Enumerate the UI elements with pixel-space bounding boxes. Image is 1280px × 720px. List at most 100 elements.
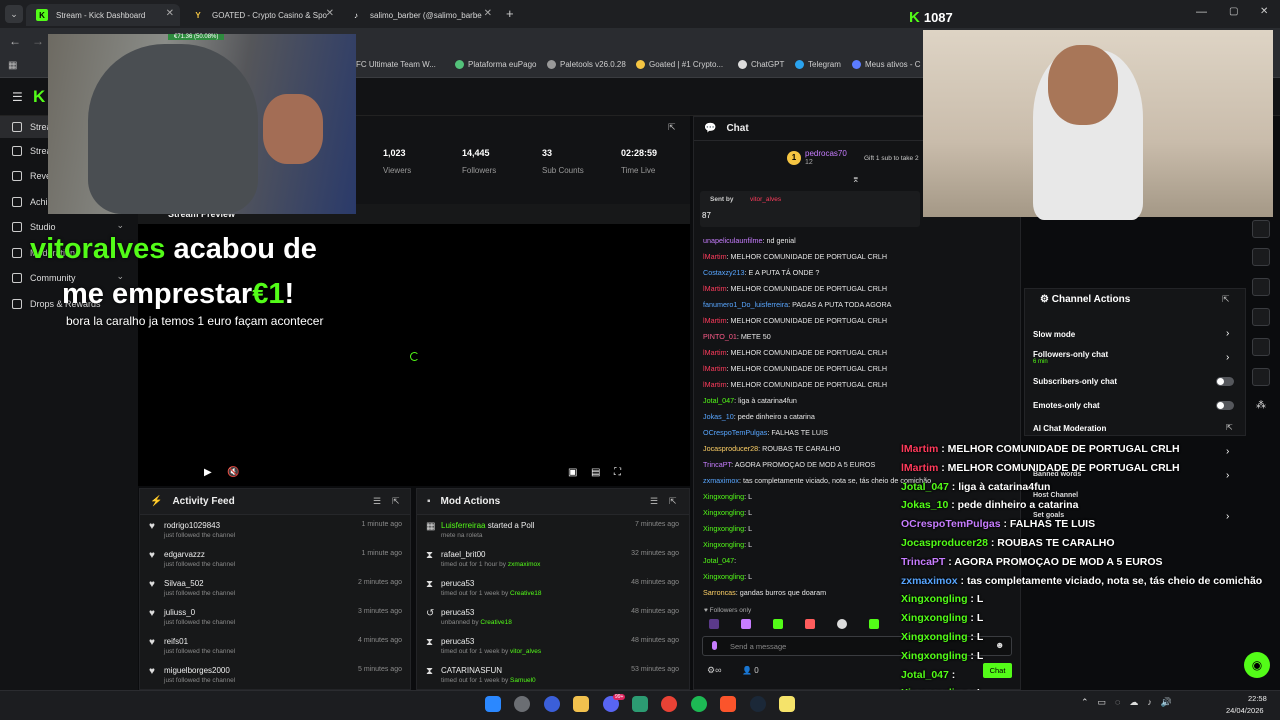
chat-username[interactable]: unapeliculaunfilme [703, 236, 763, 245]
activity-user[interactable]: reifs01 [164, 637, 188, 646]
emote-icon[interactable] [869, 619, 879, 629]
filter-icon[interactable]: ☰ [650, 496, 658, 507]
bookmark-paletools[interactable]: Paletools v26.0.28 [547, 60, 626, 69]
activity-user[interactable]: Silvaa_502 [164, 579, 204, 588]
chevron-right-icon[interactable]: › [1226, 470, 1229, 481]
bookmark-telegram[interactable]: Telegram [795, 60, 841, 69]
close-icon[interactable]: ✕ [484, 8, 492, 19]
notes-icon[interactable] [779, 696, 795, 712]
dock-doc-icon[interactable] [1252, 248, 1270, 266]
theater-mode-icon[interactable]: ▣ [568, 467, 577, 478]
chat-username[interactable]: OCrespoTemPulgas [703, 428, 767, 437]
mod-target-user[interactable]: rafael_brit00 [441, 550, 485, 559]
tab-goated[interactable]: Y GOATED - Crypto Casino & Spo ✕ [182, 4, 340, 26]
mod-target-user[interactable]: peruca53 [441, 608, 474, 617]
mod-target-user[interactable]: peruca53 [441, 637, 474, 646]
activity-row[interactable]: ♥ miguelborges2000 just followed the chann… [140, 660, 410, 689]
mod-by-user[interactable]: Creative18 [510, 590, 541, 597]
chat-username[interactable]: lMartim [703, 364, 727, 373]
tab-kick-dashboard[interactable]: K Stream - Kick Dashboard ✕ [26, 4, 180, 26]
chat-username[interactable]: PINTO_01 [703, 332, 737, 341]
chat-username[interactable]: lMartim [703, 252, 727, 261]
chat-username[interactable]: Xingxongling [703, 492, 744, 501]
bookmark-meus-ativos[interactable]: Meus ativos - C [852, 60, 921, 69]
dock-quick-action-icon[interactable] [1252, 220, 1270, 238]
back-icon[interactable]: ← [9, 34, 21, 48]
host-channel-row[interactable]: Host Channel [1033, 492, 1078, 499]
activity-user[interactable]: miguelborges2000 [164, 666, 230, 675]
chat-username[interactable]: Jokas_10 [703, 412, 734, 421]
mod-target-user[interactable]: Luisferreiraa [441, 521, 485, 530]
new-tab-button[interactable]: + [506, 6, 514, 21]
emote-icon[interactable] [773, 619, 783, 629]
close-icon[interactable]: ✕ [166, 8, 174, 19]
chrome-icon[interactable] [661, 696, 677, 712]
activity-user[interactable]: edgarvazzz [164, 550, 205, 559]
popout-icon[interactable]: ⇱ [668, 122, 676, 133]
popout-icon[interactable]: ⇱ [1222, 294, 1230, 305]
chat-username[interactable]: Xingxongling [703, 572, 744, 581]
file-explorer-icon[interactable] [573, 696, 589, 712]
chat-send-button[interactable]: Chat [983, 663, 1012, 678]
bookmark-eupago[interactable]: Plataforma euPago [455, 60, 537, 69]
mod-by-user[interactable]: zxmaximox [508, 561, 541, 568]
fullscreen-icon[interactable]: ⛶ [614, 467, 621, 478]
emote-icon[interactable] [837, 619, 847, 629]
apps-icon[interactable]: ▦ [8, 60, 17, 71]
activity-user[interactable]: juliuss_0 [164, 608, 195, 617]
ai-moderation-row[interactable]: AI Chat Moderation [1033, 424, 1106, 433]
chat-username[interactable]: zxmaximox [703, 476, 739, 485]
emotes-only-row[interactable]: Emotes-only chat [1033, 401, 1100, 410]
chat-username[interactable]: Costaxzy213 [703, 268, 745, 277]
activity-row[interactable]: ♥ Silvaa_502 just followed the channel 2 mi… [140, 573, 410, 602]
chat-settings-icon[interactable]: ⚙∞ [707, 665, 721, 676]
mod-action-row[interactable]: ↺ peruca53 unbanned by Creative18 48 minute… [417, 602, 687, 631]
activity-user[interactable]: rodrigo1029843 [164, 521, 220, 530]
mod-action-row[interactable]: ⧗ CATARINASFUN timed out for 1 week by Sam… [417, 660, 687, 689]
emoji-icon[interactable]: ☻ [995, 640, 1004, 650]
mute-icon[interactable]: 🔇 [227, 467, 239, 478]
chat-username[interactable]: Xingxongling [703, 508, 744, 517]
play-icon[interactable]: ▶ [204, 467, 212, 478]
mod-by-user[interactable]: Creative18 [480, 619, 511, 626]
tab-list-button[interactable]: ⌄ [5, 5, 23, 23]
hamburger-menu-icon[interactable]: ☰ [12, 90, 23, 104]
kick-logo[interactable]: K [33, 87, 45, 107]
chevron-right-icon[interactable]: › [1226, 446, 1229, 457]
spotify-icon[interactable] [691, 696, 707, 712]
subscribers-only-toggle[interactable] [1216, 377, 1234, 386]
chat-username[interactable]: Jotal_047 [703, 396, 734, 405]
chat-username[interactable]: Jotal_047 [703, 556, 734, 565]
mod-action-row[interactable]: ⧗ rafael_brit00 timed out for 1 hour by zx… [417, 544, 687, 573]
chevron-right-icon[interactable]: › [1226, 328, 1229, 339]
mod-by-user[interactable]: vitor_alves [510, 648, 541, 655]
dock-chat-icon[interactable] [1252, 278, 1270, 296]
chat-username[interactable]: Xingxongling [703, 540, 744, 549]
forward-icon[interactable]: → [32, 34, 44, 48]
tab-tiktok[interactable]: ♪ salimo_barber (@salimo_barbe ✕ [340, 4, 498, 26]
popout-icon[interactable]: ⇱ [669, 496, 677, 507]
dock-network-icon[interactable]: ⁂ [1256, 400, 1266, 411]
mod-action-row[interactable]: ⧗ peruca53 timed out for 1 week by Creativ… [417, 573, 687, 602]
popout-icon[interactable]: ⇱ [392, 496, 400, 507]
activity-row[interactable]: ♥ juliuss_0 just followed the channel 3 min… [140, 602, 410, 631]
chat-username[interactable]: Xingxongling [703, 524, 744, 533]
bookmark-chatgpt[interactable]: ChatGPT [738, 60, 784, 69]
dock-tool-icon[interactable] [1252, 308, 1270, 326]
chat-username[interactable]: Sarroncas [703, 588, 736, 597]
pip-icon[interactable]: ▤ [591, 467, 600, 478]
chat-username[interactable]: fanumero1_Do_luisferreira [703, 300, 788, 309]
emote-icon[interactable] [741, 619, 751, 629]
windows-start-icon[interactable] [485, 696, 501, 712]
activity-row[interactable]: ♥ reifs01 just followed the channel 4 minut… [140, 631, 410, 660]
bookmark-fc-ultimate[interactable]: FC Ultimate Team W... [356, 60, 436, 69]
emote-icon[interactable] [709, 619, 719, 629]
steam-icon[interactable] [750, 696, 766, 712]
support-bubble-icon[interactable]: ◉ [1244, 652, 1270, 678]
emotes-only-toggle[interactable] [1216, 401, 1234, 410]
dock-wrench-icon[interactable] [1252, 368, 1270, 386]
followers-only-row[interactable]: Followers-only chat [1033, 350, 1108, 359]
taskbar-app-icon[interactable] [514, 696, 530, 712]
mod-action-row[interactable]: ⧗ peruca53 timed out for 1 week by vitor_a… [417, 631, 687, 660]
collapse-pinned-icon[interactable]: ⌆ [852, 174, 860, 185]
